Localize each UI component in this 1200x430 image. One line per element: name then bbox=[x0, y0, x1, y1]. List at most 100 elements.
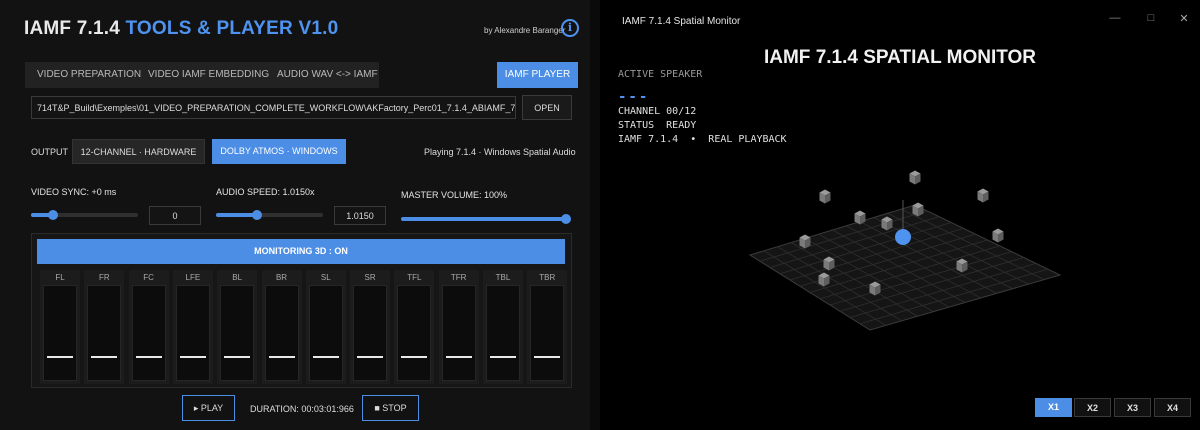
speaker-cube bbox=[977, 188, 989, 203]
channel-meter bbox=[441, 285, 476, 381]
master-volume-fill bbox=[401, 217, 566, 221]
active-speaker-label: ACTIVE SPEAKER bbox=[618, 69, 703, 80]
channel-level-line[interactable] bbox=[135, 355, 162, 358]
video-sync-slider[interactable] bbox=[31, 210, 138, 220]
channel-level-line[interactable] bbox=[91, 355, 118, 358]
channel-level-line[interactable] bbox=[534, 355, 561, 358]
listener-marker bbox=[895, 229, 911, 245]
speaker-cube bbox=[912, 202, 924, 217]
channel-label: FR bbox=[98, 273, 110, 282]
channel-meter bbox=[397, 285, 432, 381]
spatial-3d-scene[interactable] bbox=[730, 160, 1090, 340]
channel-strip-fr: FR bbox=[84, 270, 125, 384]
channel-meter bbox=[87, 285, 122, 381]
channel-label: TBR bbox=[539, 273, 556, 282]
channel-meter bbox=[353, 285, 388, 381]
channel-level-line[interactable] bbox=[357, 355, 384, 358]
info-icon[interactable]: i bbox=[561, 19, 579, 37]
speaker-cube bbox=[818, 272, 830, 287]
maximize-icon[interactable]: □ bbox=[1141, 12, 1161, 24]
playback-readout: IAMF 7.1.4 • REAL PLAYBACK bbox=[618, 134, 787, 145]
monitor-heading: IAMF 7.1.4 SPATIAL MONITOR bbox=[763, 47, 1036, 68]
channel-level-line[interactable] bbox=[179, 355, 206, 358]
master-volume-label: MASTER VOLUME: 100% bbox=[401, 190, 508, 200]
close-icon[interactable]: ✕ bbox=[1174, 12, 1194, 25]
channel-meter bbox=[308, 285, 343, 381]
zoom-x1-button[interactable]: X1 bbox=[1035, 398, 1072, 417]
app-title-main: IAMF 7.1.4 bbox=[24, 18, 120, 39]
floor-plane bbox=[748, 204, 1062, 331]
channel-label: TFL bbox=[407, 273, 422, 282]
tab-audio-wav-iamf[interactable]: AUDIO WAV <-> IAMF bbox=[277, 62, 378, 88]
channel-label: BL bbox=[232, 273, 243, 282]
master-volume-slider[interactable] bbox=[401, 214, 571, 224]
channel-strip-sr: SR bbox=[350, 270, 391, 384]
channel-level-line[interactable] bbox=[490, 355, 516, 358]
monitoring-3d-button[interactable]: MONITORING 3D : ON bbox=[37, 239, 565, 264]
output-hardware-button[interactable]: 12-CHANNEL · HARDWARE bbox=[72, 139, 205, 164]
file-path-field[interactable]: 714T&P_Build\Exemples\01_VIDEO_PREPARATI… bbox=[31, 96, 516, 119]
channel-strip-sl: SL bbox=[305, 270, 346, 384]
channel-label: SL bbox=[320, 273, 331, 282]
channel-level-line[interactable] bbox=[268, 355, 295, 358]
duration-readout: DURATION: 00:03:01:966 bbox=[250, 404, 354, 414]
channel-label: FC bbox=[143, 273, 154, 282]
audio-speed-fill bbox=[216, 213, 257, 217]
tab-bar: VIDEO PREPARATION VIDEO IAMF EMBEDDING A… bbox=[25, 62, 379, 88]
tab-video-preparation[interactable]: VIDEO PREPARATION bbox=[37, 62, 141, 88]
zoom-x2-button[interactable]: X2 bbox=[1074, 398, 1111, 417]
channel-level-line[interactable] bbox=[401, 355, 428, 358]
channel-meter bbox=[486, 285, 520, 381]
channel-level-line[interactable] bbox=[47, 355, 73, 358]
monitor-window-title: IAMF 7.1.4 Spatial Monitor bbox=[622, 16, 741, 27]
channel-meter bbox=[264, 285, 299, 381]
video-sync-input[interactable]: 0 bbox=[149, 206, 201, 225]
channel-strip-lfe: LFE bbox=[172, 270, 213, 384]
channel-meter bbox=[175, 285, 210, 381]
channel-label: TBL bbox=[495, 273, 511, 282]
output-atmos-button[interactable]: DOLBY ATMOS · WINDOWS bbox=[212, 139, 346, 164]
channel-level-line[interactable] bbox=[312, 355, 339, 358]
speaker-cube bbox=[869, 281, 881, 296]
channel-strip-br: BR bbox=[261, 270, 302, 384]
channel-meter bbox=[43, 285, 77, 381]
author-credit: by Alexandre Baranger bbox=[484, 26, 566, 35]
channel-meter bbox=[131, 285, 166, 381]
channel-strip-tbr: TBR bbox=[527, 270, 568, 384]
audio-speed-label: AUDIO SPEED: 1.0150x bbox=[216, 187, 315, 197]
channel-level-line[interactable] bbox=[224, 355, 251, 358]
zoom-x3-button[interactable]: X3 bbox=[1114, 398, 1151, 417]
channel-meter bbox=[530, 285, 565, 381]
open-button[interactable]: OPEN bbox=[522, 95, 572, 120]
play-button[interactable]: ▸ PLAY bbox=[182, 395, 235, 421]
speaker-cube bbox=[956, 258, 968, 273]
channel-meter bbox=[220, 285, 255, 381]
tab-video-iamf-embedding[interactable]: VIDEO IAMF EMBEDDING bbox=[148, 62, 269, 88]
tab-iamf-player[interactable]: IAMF PLAYER bbox=[497, 62, 578, 88]
channel-strip-fc: FC bbox=[128, 270, 169, 384]
minimize-icon[interactable]: — bbox=[1105, 12, 1125, 24]
audio-speed-slider[interactable] bbox=[216, 210, 323, 220]
channel-label: LFE bbox=[185, 273, 201, 282]
channel-label: FL bbox=[55, 273, 65, 282]
master-volume-knob[interactable] bbox=[561, 214, 571, 224]
speaker-cube bbox=[881, 216, 893, 231]
channel-strip-fl: FL bbox=[40, 270, 80, 384]
app-title-accent: TOOLS & PLAYER V1.0 bbox=[125, 18, 339, 39]
speaker-cube bbox=[799, 234, 811, 249]
zoom-x4-button[interactable]: X4 bbox=[1154, 398, 1191, 417]
stop-button[interactable]: ■ STOP bbox=[362, 395, 419, 421]
speaker-cube bbox=[823, 256, 835, 271]
channel-strip-bl: BL bbox=[217, 270, 258, 384]
playing-status: Playing 7.1.4 · Windows Spatial Audio bbox=[424, 147, 576, 157]
output-label: OUTPUT bbox=[31, 147, 68, 157]
app-title: IAMF 7.1.4 TOOLS & PLAYER V1.0 bbox=[24, 18, 338, 40]
audio-speed-knob[interactable] bbox=[251, 210, 262, 220]
audio-speed-input[interactable]: 1.0150 bbox=[334, 206, 386, 225]
status-readout: STATUS READY bbox=[618, 120, 697, 131]
speaker-cube bbox=[909, 170, 921, 185]
channel-level-line[interactable] bbox=[445, 355, 472, 358]
speaker-cube bbox=[992, 228, 1004, 243]
speaker-cube bbox=[854, 210, 866, 225]
channel-label: SR bbox=[364, 273, 376, 282]
